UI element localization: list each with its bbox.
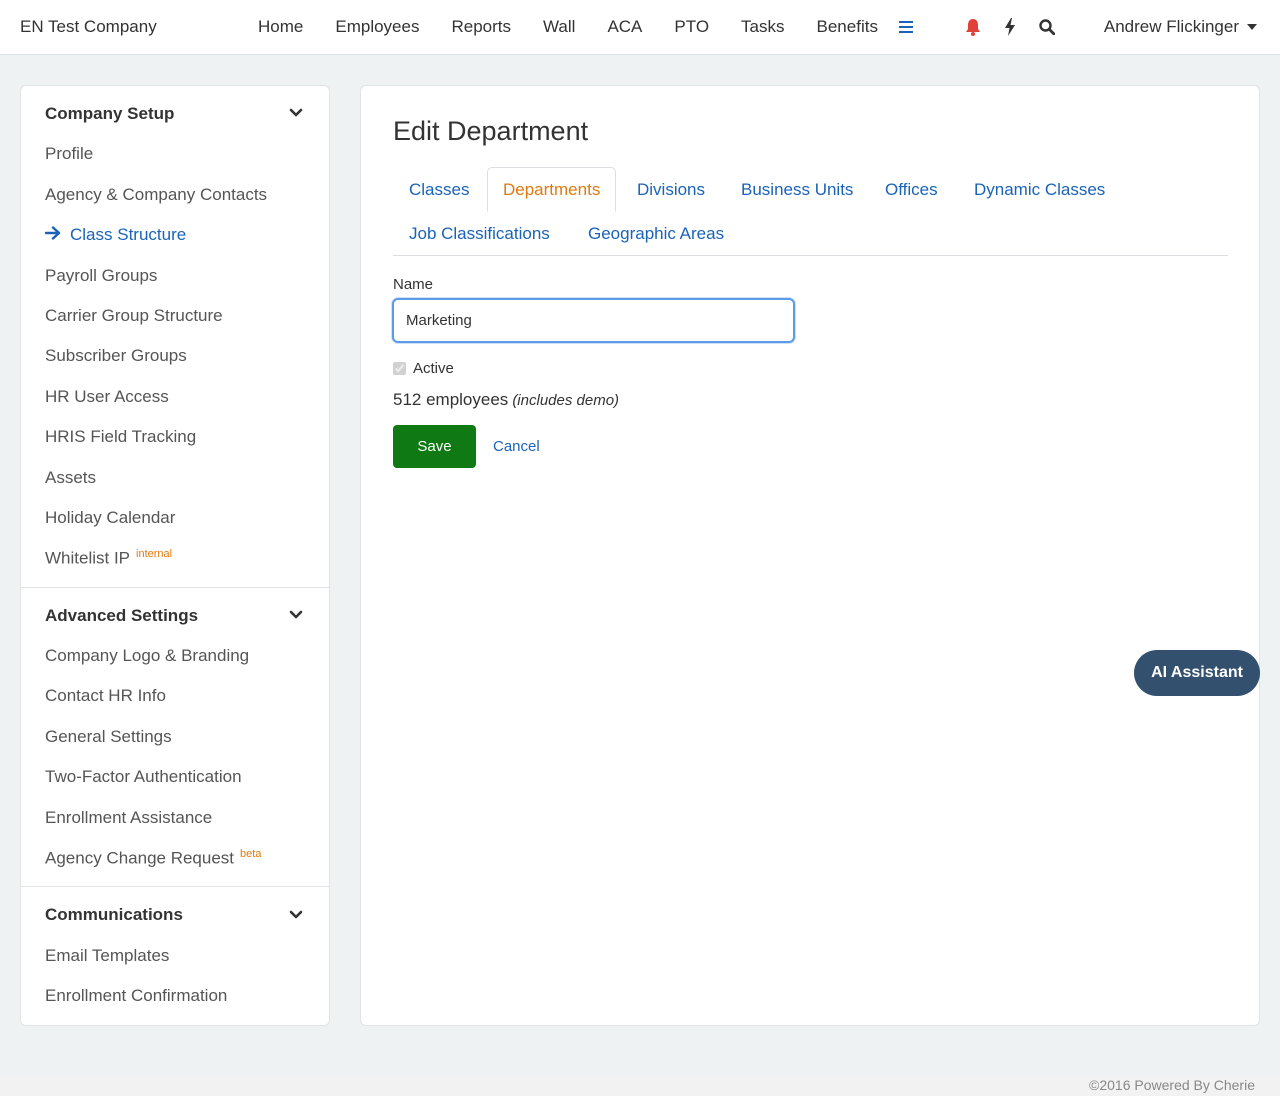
- section-company-setup[interactable]: Company Setup: [45, 104, 174, 124]
- cancel-link[interactable]: Cancel: [493, 438, 540, 455]
- sidebar-item-email-templates[interactable]: Email Templates: [45, 946, 169, 966]
- sidebar-item-class-structure[interactable]: Class Structure: [44, 225, 187, 245]
- save-button[interactable]: Save: [393, 425, 476, 468]
- internal-badge: internal: [136, 548, 173, 560]
- sidebar-item-label: Whitelist IP: [45, 548, 131, 568]
- active-checkbox-row: Active: [393, 360, 454, 377]
- search-icon[interactable]: [1037, 16, 1057, 38]
- tab-divisions[interactable]: Divisions: [637, 180, 705, 200]
- chevron-down-icon[interactable]: [289, 106, 303, 120]
- employee-count: 512 employees (includes demo): [393, 390, 619, 410]
- active-checkbox[interactable]: [393, 362, 406, 375]
- tab-offices[interactable]: Offices: [885, 180, 938, 200]
- sidebar-item-whitelist-ip[interactable]: Whitelist IP internal: [45, 548, 172, 569]
- tab-geographic-areas[interactable]: Geographic Areas: [588, 224, 724, 244]
- sidebar-item-carrier-group-structure[interactable]: Carrier Group Structure: [45, 306, 223, 326]
- nav-aca[interactable]: ACA: [591, 0, 658, 54]
- nav-reports[interactable]: Reports: [435, 0, 527, 54]
- nav-wall[interactable]: Wall: [527, 0, 591, 54]
- sidebar-item-company-logo-branding[interactable]: Company Logo & Branding: [45, 646, 249, 666]
- arrow-right-icon: [44, 225, 63, 245]
- nav-benefits[interactable]: Benefits: [801, 0, 894, 54]
- footer-copyright: ©2016 Powered By Cherie: [1089, 1077, 1255, 1093]
- tab-business-units[interactable]: Business Units: [741, 180, 853, 200]
- employee-count-note: (includes demo): [512, 392, 620, 409]
- sidebar-item-enrollment-confirmation[interactable]: Enrollment Confirmation: [45, 986, 227, 1006]
- tab-job-classifications[interactable]: Job Classifications: [409, 224, 550, 244]
- sidebar-item-label: Class Structure: [70, 225, 187, 244]
- sidebar-item-hr-user-access[interactable]: HR User Access: [45, 387, 169, 407]
- section-divider: [21, 587, 329, 588]
- edit-department-panel: Edit Department Classes Departments Divi…: [360, 85, 1260, 1026]
- sidebar-item-label: Agency Change Request: [45, 848, 235, 868]
- top-navbar: EN Test Company Home Employees Reports W…: [0, 0, 1280, 55]
- beta-badge: beta: [240, 848, 262, 860]
- user-menu[interactable]: Andrew Flickinger: [1104, 17, 1257, 37]
- bell-icon[interactable]: [963, 16, 983, 38]
- tab-departments[interactable]: Departments: [487, 167, 617, 212]
- user-name: Andrew Flickinger: [1103, 17, 1239, 36]
- sidebar-item-agency-change-request[interactable]: Agency Change Request beta: [45, 848, 261, 869]
- company-name[interactable]: EN Test Company: [20, 17, 157, 37]
- nav-employees[interactable]: Employees: [319, 0, 435, 54]
- section-divider: [21, 886, 329, 887]
- sidebar-item-assets[interactable]: Assets: [45, 468, 96, 488]
- sidebar-item-payroll-groups[interactable]: Payroll Groups: [45, 266, 157, 286]
- sidebar-item-subscriber-groups[interactable]: Subscriber Groups: [45, 346, 187, 366]
- employee-count-value: 512 employees: [393, 390, 509, 409]
- settings-sidebar: Company Setup Profile Agency & Company C…: [20, 85, 330, 1026]
- page-title: Edit Department: [393, 116, 589, 146]
- tabs-baseline: [393, 255, 1228, 256]
- chevron-down-icon[interactable]: [289, 608, 303, 622]
- sidebar-item-agency-contacts[interactable]: Agency & Company Contacts: [45, 185, 267, 205]
- sidebar-item-enrollment-assistance[interactable]: Enrollment Assistance: [45, 808, 212, 828]
- sidebar-item-contact-hr-info[interactable]: Contact HR Info: [45, 686, 166, 706]
- name-field-label: Name: [393, 276, 434, 293]
- caret-down-icon: [1247, 24, 1257, 30]
- sidebar-item-hris-field-tracking[interactable]: HRIS Field Tracking: [45, 427, 196, 447]
- ai-assistant-button[interactable]: AI Assistant: [1134, 650, 1260, 696]
- sidebar-item-two-factor-auth[interactable]: Two-Factor Authentication: [45, 767, 242, 787]
- hamburger-menu-icon[interactable]: [896, 16, 916, 38]
- footer: ©2016 Powered By Cherie: [0, 1076, 1280, 1096]
- sidebar-item-profile[interactable]: Profile: [45, 144, 93, 164]
- section-advanced-settings[interactable]: Advanced Settings: [45, 606, 198, 626]
- section-communications[interactable]: Communications: [45, 905, 183, 925]
- nav-home[interactable]: Home: [242, 0, 319, 54]
- nav-pto[interactable]: PTO: [658, 0, 725, 54]
- chevron-down-icon[interactable]: [289, 908, 303, 922]
- main-nav: Home Employees Reports Wall ACA PTO Task…: [242, 0, 894, 54]
- active-label: Active: [413, 360, 454, 377]
- sidebar-item-holiday-calendar[interactable]: Holiday Calendar: [45, 508, 175, 528]
- sidebar-item-general-settings[interactable]: General Settings: [45, 727, 172, 747]
- nav-tasks[interactable]: Tasks: [725, 0, 800, 54]
- name-input[interactable]: [392, 298, 795, 343]
- tab-dynamic-classes[interactable]: Dynamic Classes: [974, 180, 1105, 200]
- tab-classes[interactable]: Classes: [409, 180, 469, 200]
- lightning-icon[interactable]: [1000, 16, 1020, 38]
